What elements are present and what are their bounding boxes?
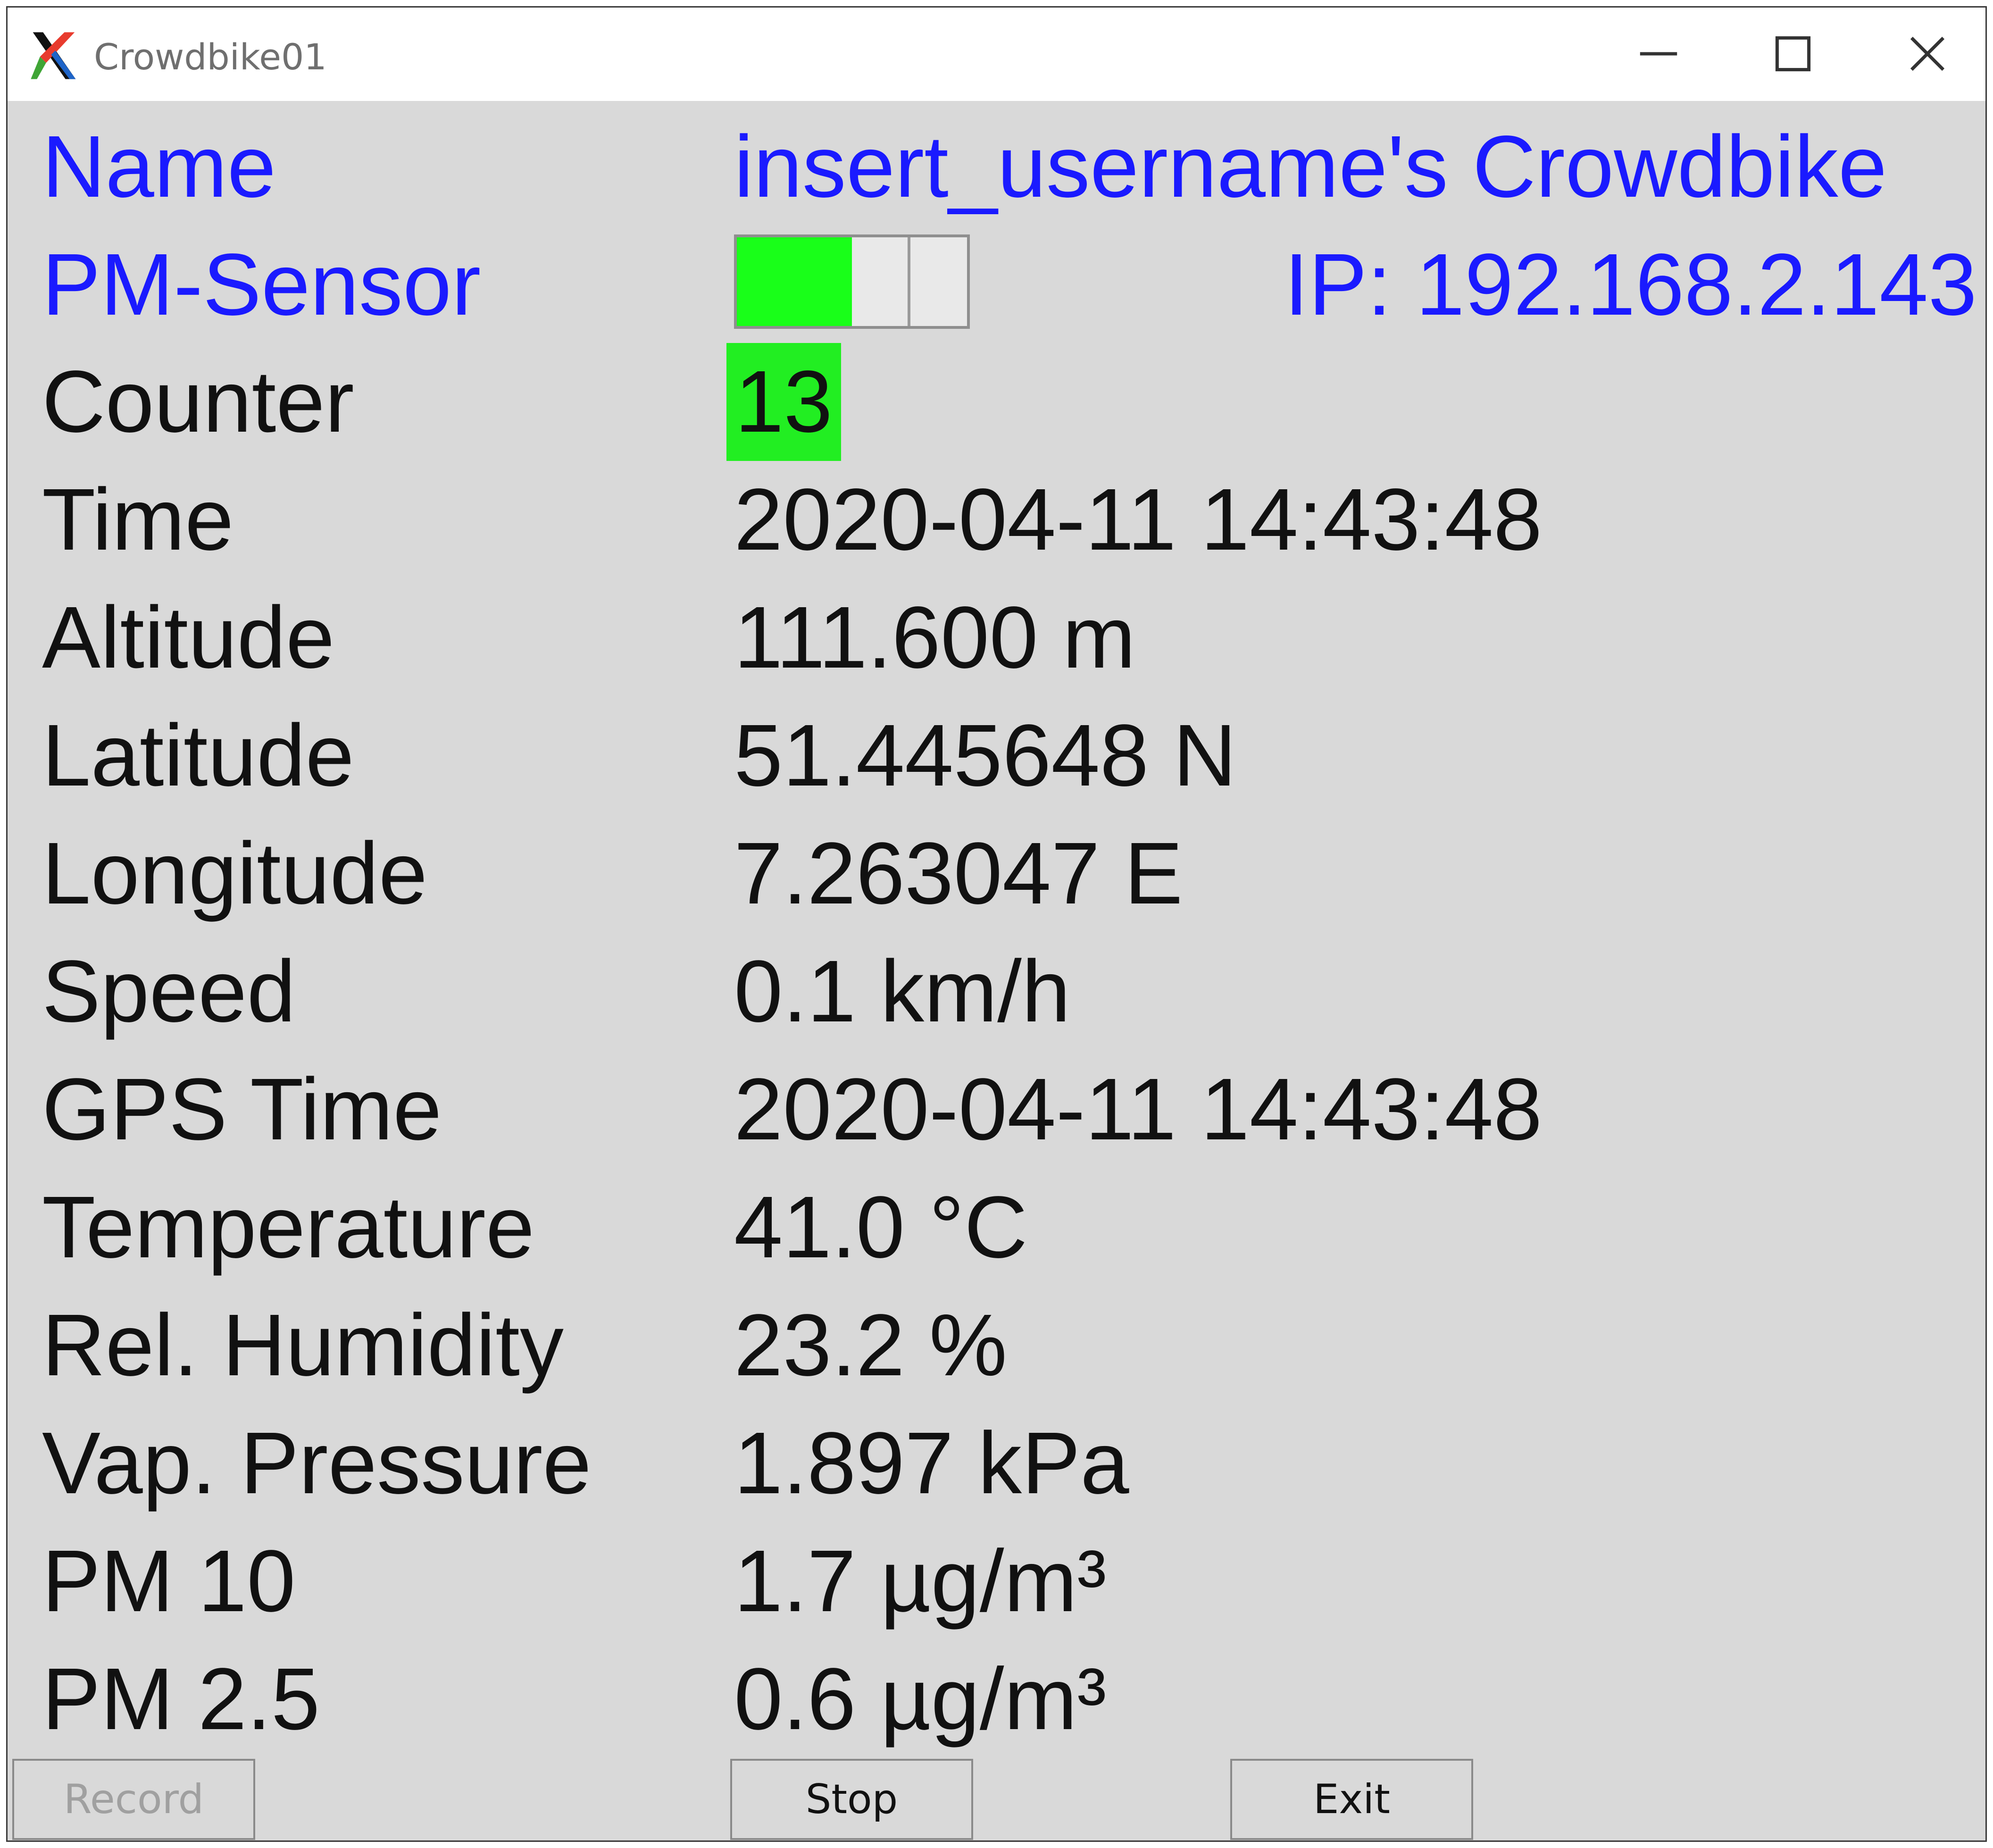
name-row: Name insert_username's Crowdbike	[8, 108, 1985, 226]
window-title: Crowdbike01	[94, 36, 327, 78]
reading-value: 111.600 m	[734, 589, 1136, 686]
name-label: Name	[42, 118, 276, 216]
record-button[interactable]: Record	[12, 1759, 255, 1840]
reading-row-longitude: Longitude 7.263047 E	[8, 815, 1985, 933]
reading-label: Rel. Humidity	[42, 1296, 564, 1394]
reading-value: 1.7 µg/m³	[734, 1532, 1107, 1630]
reading-row-pm25: PM 2.5 0.6 µg/m³	[8, 1640, 1985, 1758]
reading-row-temperature: Temperature 41.0 °C	[8, 1169, 1985, 1287]
pm-sensor-label: PM-Sensor	[42, 236, 481, 334]
reading-row-speed: Speed 0.1 km/h	[8, 933, 1985, 1051]
reading-label: GPS Time	[42, 1061, 442, 1158]
reading-row-latitude: Latitude 51.445648 N	[8, 697, 1985, 815]
reading-label: Time	[42, 471, 234, 569]
close-icon[interactable]	[1894, 21, 1960, 87]
reading-value: 2020-04-11 14:43:48	[734, 471, 1543, 569]
counter-label: Counter	[42, 353, 354, 451]
reading-value: 41.0 °C	[734, 1179, 1028, 1276]
reading-value: 23.2 %	[734, 1296, 1008, 1394]
reading-label: PM 2.5	[42, 1650, 320, 1748]
pm-sensor-row: PM-Sensor IP: 192.168.2.143	[8, 226, 1985, 344]
reading-value: 0.6 µg/m³	[734, 1650, 1107, 1748]
reading-label: Latitude	[42, 707, 354, 804]
reading-label: Altitude	[42, 589, 335, 686]
reading-row-time: Time 2020-04-11 14:43:48	[8, 461, 1985, 579]
maximize-icon[interactable]	[1760, 21, 1826, 87]
reading-row-vap-pressure: Vap. Pressure 1.897 kPa	[8, 1405, 1985, 1522]
title-bar[interactable]: Crowdbike01	[8, 8, 1985, 101]
pm-sensor-level-fill	[737, 237, 852, 326]
reading-label: Vap. Pressure	[42, 1414, 592, 1512]
crowdbike-window: Crowdbike01 Name insert_username's Crowd…	[6, 6, 1987, 1842]
reading-label: Speed	[42, 943, 296, 1040]
reading-value: 51.445648 N	[734, 707, 1237, 804]
reading-row-gps-time: GPS Time 2020-04-11 14:43:48	[8, 1051, 1985, 1169]
reading-value: 0.1 km/h	[734, 943, 1071, 1040]
reading-label: PM 10	[42, 1532, 296, 1630]
reading-value: 2020-04-11 14:43:48	[734, 1061, 1543, 1158]
reading-row-rel-humidity: Rel. Humidity 23.2 %	[8, 1287, 1985, 1405]
stop-button[interactable]: Stop	[730, 1759, 973, 1840]
reading-label: Longitude	[42, 825, 428, 922]
reading-value: 7.263047 E	[734, 825, 1183, 922]
x-logo-icon	[29, 30, 80, 81]
ip-address: IP: 192.168.2.143	[1284, 236, 1977, 334]
counter-row: Counter 13	[8, 343, 1985, 461]
name-value: insert_username's Crowdbike	[734, 118, 1887, 216]
reading-row-pm10: PM 10 1.7 µg/m³	[8, 1522, 1985, 1640]
reading-row-altitude: Altitude 111.600 m	[8, 579, 1985, 697]
reading-value: 1.897 kPa	[734, 1414, 1129, 1512]
counter-value: 13	[726, 343, 841, 461]
pm-sensor-status-indicator	[734, 234, 970, 329]
minimize-icon[interactable]	[1626, 21, 1692, 87]
exit-button[interactable]: Exit	[1230, 1759, 1473, 1840]
pm-sensor-segment-divider	[908, 237, 910, 326]
reading-label: Temperature	[42, 1179, 535, 1276]
